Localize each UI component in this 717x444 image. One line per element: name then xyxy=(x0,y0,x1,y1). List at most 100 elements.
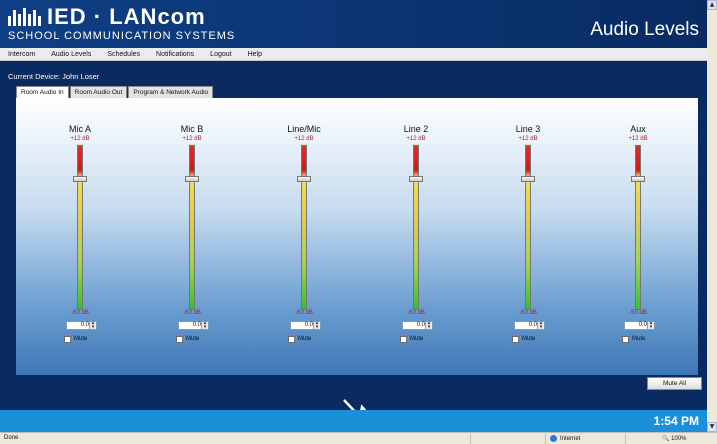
header: IED · LANcom SCHOOL COMMUNICATION SYSTEM… xyxy=(0,0,707,48)
level-slider-track[interactable] xyxy=(301,145,307,310)
channel-mic-a: Mic A +12 dB -50 dB 0.0 ▴ ▾ Mute xyxy=(40,98,120,375)
level-value-input[interactable]: 0.0 ▴ ▾ xyxy=(624,321,655,330)
spinner-arrows-icon[interactable]: ▴ ▾ xyxy=(647,321,654,329)
audio-levels-panel: Mic A +12 dB -50 dB 0.0 ▴ ▾ Mute Mic B +12… xyxy=(16,98,698,375)
mute-checkbox-box[interactable] xyxy=(622,335,629,343)
level-value: 0.0 xyxy=(528,322,537,328)
status-divider xyxy=(625,434,626,444)
scroll-down-icon[interactable]: ▼ xyxy=(707,422,717,432)
zoom-level[interactable]: 🔍 100% xyxy=(662,435,687,442)
zoom-value: 100% xyxy=(671,436,687,442)
channel-max-label: +12 dB xyxy=(182,136,202,142)
mute-checkbox[interactable]: Mute xyxy=(512,334,535,344)
mute-checkbox-box[interactable] xyxy=(64,335,71,343)
status-divider xyxy=(545,434,546,444)
logo-text: IED · LANcom xyxy=(47,4,206,29)
mute-label: Mute xyxy=(186,336,200,342)
mute-checkbox[interactable]: Mute xyxy=(400,334,423,344)
channel-line-mic: Line/Mic +12 dB -50 dB 0.0 ▴ ▾ Mute xyxy=(264,98,344,375)
logo-mark: IED · LANcom xyxy=(8,6,206,28)
mute-label: Mute xyxy=(410,336,424,342)
browser-status-bar: Done Internet 🔍 100% xyxy=(0,432,717,444)
mute-label: Mute xyxy=(74,336,88,342)
scroll-up-icon[interactable]: ▲ xyxy=(707,0,717,10)
security-zone: Internet xyxy=(550,435,580,442)
channel-min-label: -50 dB xyxy=(71,310,89,316)
channel-min-label: -50 dB xyxy=(407,310,425,316)
vertical-scrollbar[interactable]: ▲ ▼ xyxy=(707,0,717,432)
channel-name: Line/Mic xyxy=(287,124,321,134)
level-value-input[interactable]: 0.0 ▴ ▾ xyxy=(514,321,545,330)
page-title: Audio Levels xyxy=(590,19,699,40)
footer-bar: 1:54 PM xyxy=(0,410,707,432)
spinner-arrows-icon[interactable]: ▴ ▾ xyxy=(537,321,544,329)
current-device-label: Current Device: John Loser xyxy=(8,72,100,81)
mute-checkbox[interactable]: Mute xyxy=(622,334,645,344)
channel-max-label: +12 dB xyxy=(518,136,538,142)
menu-item-audio-levels[interactable]: Audio Levels xyxy=(51,51,91,58)
level-value: 0.0 xyxy=(304,322,313,328)
mute-checkbox[interactable]: Mute xyxy=(176,334,199,344)
channel-line-2: Line 2 +12 dB -50 dB 0.0 ▴ ▾ Mute xyxy=(376,98,456,375)
mute-checkbox-box[interactable] xyxy=(288,335,295,343)
mute-label: Mute xyxy=(298,336,312,342)
channel-name: Mic A xyxy=(68,124,91,134)
channel-min-label: -50 dB xyxy=(183,310,201,316)
level-slider-track[interactable] xyxy=(77,145,83,310)
level-slider-track[interactable] xyxy=(413,145,419,310)
mute-all-button[interactable]: Mute All xyxy=(647,377,702,390)
channel-name: Mic B xyxy=(180,124,204,134)
channel-line-3: Line 3 +12 dB -50 dB 0.0 ▴ ▾ Mute xyxy=(488,98,568,375)
app-window: IED · LANcom SCHOOL COMMUNICATION SYSTEM… xyxy=(0,0,707,432)
level-slider-track[interactable] xyxy=(189,145,195,310)
spinner-arrows-icon[interactable]: ▴ ▾ xyxy=(201,321,208,329)
mute-checkbox-box[interactable] xyxy=(176,335,183,343)
mute-checkbox-box[interactable] xyxy=(400,335,407,343)
tab-program-network-audio[interactable]: Program & Network Audio xyxy=(128,86,214,98)
level-value: 0.0 xyxy=(80,322,89,328)
menu-item-help[interactable]: Help xyxy=(248,51,262,58)
spinner-arrows-icon[interactable]: ▴ ▾ xyxy=(313,321,320,329)
menu-item-intercom[interactable]: Intercom xyxy=(8,51,35,58)
channel-min-label: -50 dB xyxy=(295,310,313,316)
level-value-input[interactable]: 0.0 ▴ ▾ xyxy=(290,321,321,330)
level-value-input[interactable]: 0.0 ▴ ▾ xyxy=(178,321,209,330)
mute-label: Mute xyxy=(632,336,646,342)
channel-min-label: -50 dB xyxy=(629,310,647,316)
level-slider-knob[interactable] xyxy=(73,175,87,182)
zone-label: Internet xyxy=(560,435,581,442)
channel-max-label: +12 dB xyxy=(70,136,90,142)
level-slider-track[interactable] xyxy=(635,145,641,310)
level-value-input[interactable]: 0.0 ▴ ▾ xyxy=(66,321,97,330)
channel-max-label: +12 dB xyxy=(294,136,314,142)
level-slider-knob[interactable] xyxy=(297,175,311,182)
mute-label: Mute xyxy=(522,336,536,342)
level-value-input[interactable]: 0.0 ▴ ▾ xyxy=(402,321,433,330)
spinner-arrows-icon[interactable]: ▴ ▾ xyxy=(425,321,432,329)
channel-name: Aux xyxy=(630,124,646,134)
channel-max-label: +12 dB xyxy=(406,136,426,142)
menu-bar: Intercom Audio Levels Schedules Notifica… xyxy=(0,48,707,61)
level-value: 0.0 xyxy=(638,322,647,328)
level-slider-knob[interactable] xyxy=(631,175,645,182)
level-slider-knob[interactable] xyxy=(185,175,199,182)
channel-max-label: +12 dB xyxy=(628,136,648,142)
channel-aux: Aux +12 dB -50 dB 0.0 ▴ ▾ Mute xyxy=(598,98,678,375)
menu-item-logout[interactable]: Logout xyxy=(210,51,231,58)
logo-subtitle: SCHOOL COMMUNICATION SYSTEMS xyxy=(8,30,236,42)
level-slider-knob[interactable] xyxy=(521,175,535,182)
level-slider-track[interactable] xyxy=(525,145,531,310)
menu-item-schedules[interactable]: Schedules xyxy=(107,51,140,58)
globe-icon xyxy=(550,435,557,442)
status-divider xyxy=(470,434,471,444)
level-slider-knob[interactable] xyxy=(409,175,423,182)
tab-room-audio-out[interactable]: Room Audio Out xyxy=(69,86,128,98)
menu-item-notifications[interactable]: Notifications xyxy=(156,51,194,58)
status-text: Done xyxy=(4,435,19,441)
mute-checkbox[interactable]: Mute xyxy=(288,334,311,344)
mute-checkbox-box[interactable] xyxy=(512,335,519,343)
logo: IED · LANcom SCHOOL COMMUNICATION SYSTEM… xyxy=(8,6,278,46)
channel-name: Line 2 xyxy=(403,124,429,134)
spinner-arrows-icon[interactable]: ▴ ▾ xyxy=(89,321,96,329)
mute-checkbox[interactable]: Mute xyxy=(64,334,87,344)
